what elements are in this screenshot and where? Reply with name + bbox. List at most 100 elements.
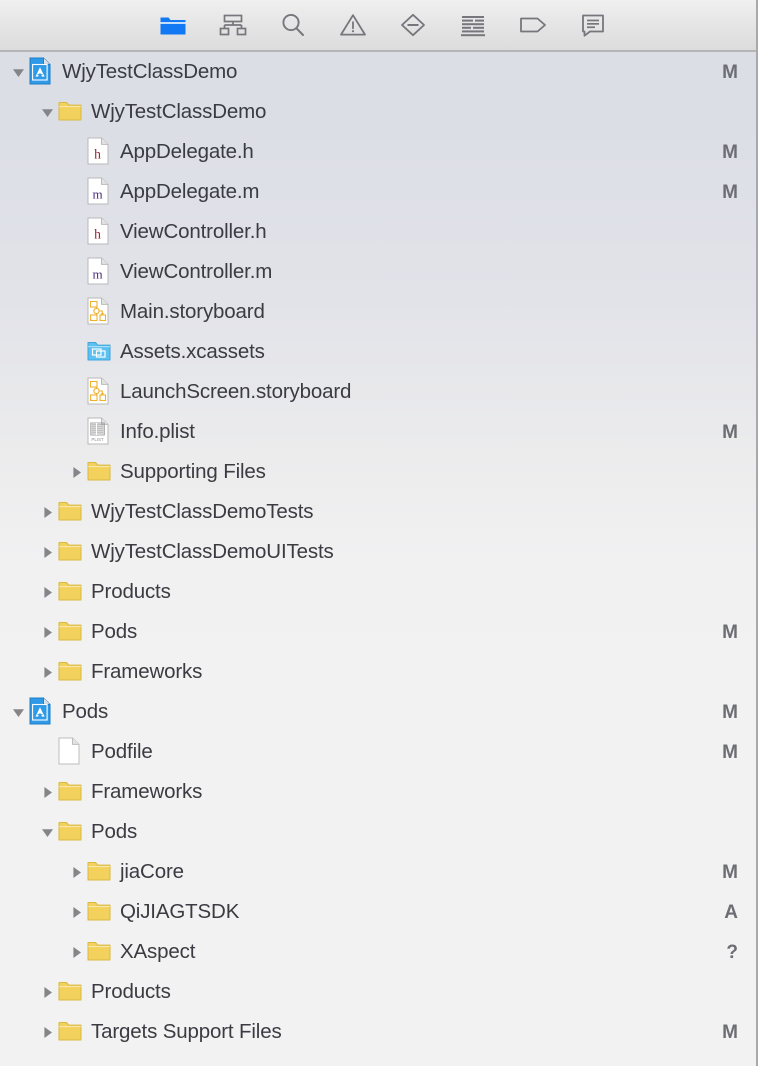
chevron-right-icon[interactable] bbox=[66, 932, 86, 972]
project-icon bbox=[28, 697, 54, 727]
source-file-icon: m bbox=[86, 177, 112, 207]
folder-icon bbox=[86, 897, 112, 927]
folder-icon bbox=[57, 617, 83, 647]
tree-row-label: ViewController.h bbox=[120, 222, 267, 243]
tree-row-label: Products bbox=[91, 982, 171, 1003]
tree-row[interactable]: Pods M bbox=[0, 692, 756, 732]
xcassets-icon bbox=[86, 337, 112, 367]
tree-row-label: Supporting Files bbox=[120, 462, 266, 483]
plist-icon: PLIST bbox=[86, 417, 112, 447]
header-file-icon: h bbox=[86, 217, 112, 247]
folder-icon bbox=[86, 937, 112, 967]
tree-row[interactable]: PodfileM bbox=[0, 732, 756, 772]
tree-row[interactable]: mViewController.m bbox=[0, 252, 756, 292]
chevron-down-icon[interactable] bbox=[37, 812, 57, 852]
twisty-spacer bbox=[66, 252, 86, 292]
tree-row[interactable]: Assets.xcassets bbox=[0, 332, 756, 372]
project-icon bbox=[28, 57, 54, 87]
tree-row[interactable]: QiJIAGTSDKA bbox=[0, 892, 756, 932]
report-navigator-icon[interactable] bbox=[574, 8, 612, 42]
chevron-right-icon[interactable] bbox=[37, 652, 57, 692]
twisty-spacer bbox=[66, 292, 86, 332]
folder-icon bbox=[86, 857, 112, 887]
tree-row-label: Frameworks bbox=[91, 782, 202, 803]
debug-navigator-icon[interactable] bbox=[454, 8, 492, 42]
scm-status-badge: M bbox=[722, 143, 742, 162]
chevron-right-icon[interactable] bbox=[37, 772, 57, 812]
scm-status-badge: M bbox=[722, 423, 742, 442]
svg-text:m: m bbox=[92, 267, 102, 282]
svg-text:h: h bbox=[94, 147, 101, 162]
tree-row-label: XAspect bbox=[120, 942, 195, 963]
tree-row-label: Pods bbox=[62, 702, 108, 723]
tree-row[interactable]: Products bbox=[0, 972, 756, 1012]
scm-status-badge: M bbox=[722, 623, 742, 642]
scm-status-badge: A bbox=[724, 903, 742, 922]
storyboard-icon bbox=[86, 297, 112, 327]
chevron-right-icon[interactable] bbox=[66, 892, 86, 932]
chevron-right-icon[interactable] bbox=[37, 532, 57, 572]
navigator-toolbar bbox=[0, 0, 756, 52]
tree-row[interactable]: WjyTestClassDemoM bbox=[0, 52, 756, 92]
tree-row[interactable]: Frameworks bbox=[0, 772, 756, 812]
tree-row[interactable]: Pods M bbox=[0, 612, 756, 652]
chevron-down-icon[interactable] bbox=[8, 52, 28, 92]
chevron-down-icon[interactable] bbox=[8, 692, 28, 732]
tree-row[interactable]: Frameworks bbox=[0, 652, 756, 692]
tree-row[interactable]: WjyTestClassDemoUITests bbox=[0, 532, 756, 572]
tree-row[interactable]: mAppDelegate.mM bbox=[0, 172, 756, 212]
twisty-spacer bbox=[66, 372, 86, 412]
symbol-navigator-icon[interactable] bbox=[214, 8, 252, 42]
tree-row[interactable]: Products bbox=[0, 572, 756, 612]
find-navigator-icon[interactable] bbox=[274, 8, 312, 42]
folder-icon bbox=[57, 497, 83, 527]
header-file-icon: h bbox=[86, 137, 112, 167]
test-navigator-icon[interactable] bbox=[394, 8, 432, 42]
tree-row[interactable]: h AppDelegate.h M bbox=[0, 132, 756, 172]
tree-row[interactable]: LaunchScreen.storyboard bbox=[0, 372, 756, 412]
tree-row[interactable]: WjyTestClassDemoTests bbox=[0, 492, 756, 532]
tree-row-label: jiaCore bbox=[120, 862, 184, 883]
chevron-right-icon[interactable] bbox=[37, 1012, 57, 1052]
scm-status-badge: M bbox=[722, 703, 742, 722]
tree-row-label: WjyTestClassDemoTests bbox=[91, 502, 313, 523]
chevron-right-icon[interactable] bbox=[37, 572, 57, 612]
tree-row-label: Podfile bbox=[91, 742, 153, 763]
tree-row-label: Assets.xcassets bbox=[120, 342, 265, 363]
project-file-tree[interactable]: WjyTestClassDemoM WjyTestClassDemo h AppDel… bbox=[0, 52, 756, 1052]
tree-row[interactable]: jiaCoreM bbox=[0, 852, 756, 892]
folder-icon bbox=[57, 977, 83, 1007]
tree-row-label: WjyTestClassDemoUITests bbox=[91, 542, 334, 563]
tree-row[interactable]: Main.storyboard bbox=[0, 292, 756, 332]
tree-row-label: Pods bbox=[91, 622, 137, 643]
folder-icon bbox=[57, 537, 83, 567]
project-navigator-icon[interactable] bbox=[154, 8, 192, 42]
chevron-down-icon[interactable] bbox=[37, 92, 57, 132]
chevron-right-icon[interactable] bbox=[37, 972, 57, 1012]
tree-row[interactable]: WjyTestClassDemo bbox=[0, 92, 756, 132]
tree-row-label: Products bbox=[91, 582, 171, 603]
tree-row[interactable]: XAspect? bbox=[0, 932, 756, 972]
svg-text:m: m bbox=[92, 187, 102, 202]
twisty-spacer bbox=[66, 332, 86, 372]
tree-row-label: WjyTestClassDemo bbox=[91, 102, 266, 123]
chevron-right-icon[interactable] bbox=[37, 612, 57, 652]
tree-row[interactable]: Pods bbox=[0, 812, 756, 852]
tree-row[interactable]: Targets Support FilesM bbox=[0, 1012, 756, 1052]
tree-row-label: Info.plist bbox=[120, 422, 195, 443]
chevron-right-icon[interactable] bbox=[66, 852, 86, 892]
plain-file-icon bbox=[57, 737, 83, 767]
tree-row[interactable]: h ViewController.h bbox=[0, 212, 756, 252]
scm-status-badge: M bbox=[722, 183, 742, 202]
issue-navigator-icon[interactable] bbox=[334, 8, 372, 42]
tree-row[interactable]: Supporting Files bbox=[0, 452, 756, 492]
folder-icon bbox=[57, 1017, 83, 1047]
tree-row-label: AppDelegate.h bbox=[120, 142, 254, 163]
folder-icon bbox=[57, 97, 83, 127]
breakpoint-navigator-icon[interactable] bbox=[514, 8, 552, 42]
tree-row[interactable]: PLIST Info.plist M bbox=[0, 412, 756, 452]
svg-text:PLIST: PLIST bbox=[91, 437, 104, 442]
folder-icon bbox=[57, 577, 83, 607]
chevron-right-icon[interactable] bbox=[66, 452, 86, 492]
chevron-right-icon[interactable] bbox=[37, 492, 57, 532]
